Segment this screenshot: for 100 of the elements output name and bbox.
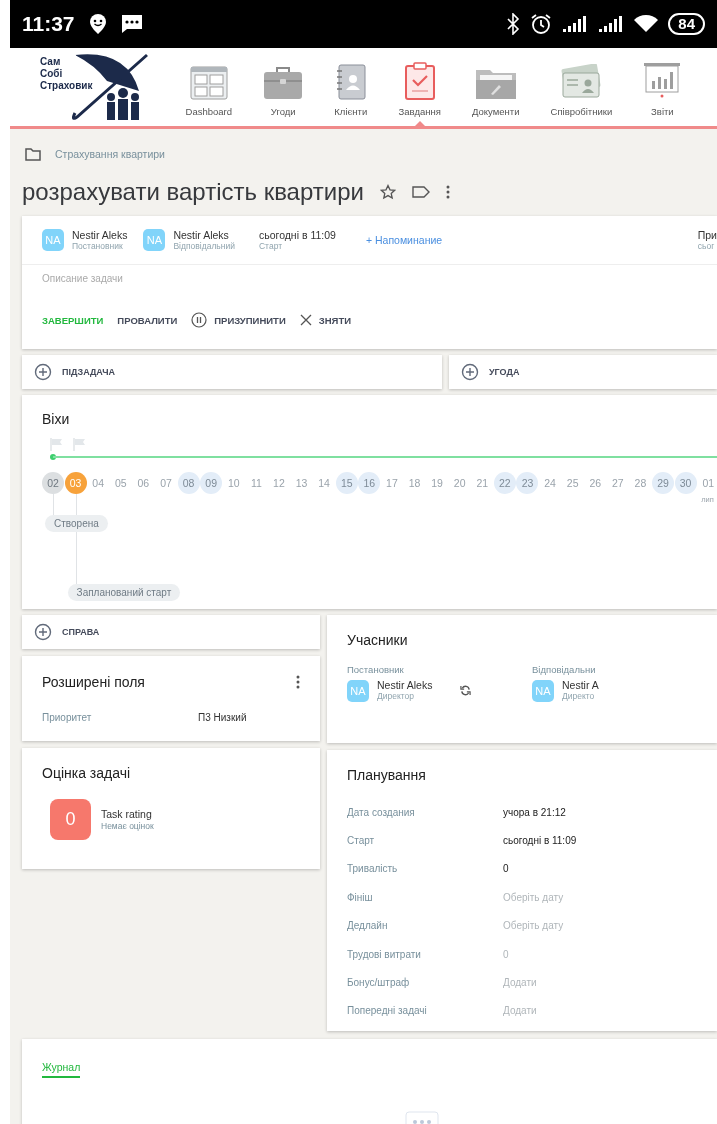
timeline-day[interactable]: 21: [471, 472, 494, 494]
timeline-day[interactable]: 16: [358, 472, 381, 494]
person-name: Nestir Aleks: [377, 679, 433, 691]
wifi-icon: [634, 15, 659, 33]
alarm-icon: [530, 13, 553, 35]
field-label: Фініш: [347, 891, 374, 903]
timeline-day[interactable]: 28: [629, 472, 652, 494]
milestone-label: Створена: [45, 515, 108, 532]
timeline-day[interactable]: 06: [132, 472, 155, 494]
location-icon: [88, 13, 107, 35]
timeline-day[interactable]: 26: [584, 472, 607, 494]
nav-tab[interactable]: Угоди: [259, 48, 308, 126]
bar-chart-icon[interactable]: [643, 62, 682, 100]
task-title: розрахувати вартість квартири: [22, 178, 364, 206]
star-icon[interactable]: [379, 184, 396, 200]
add-link-button[interactable]: УГОДА: [449, 355, 717, 389]
field-label: Дата создания: [347, 806, 416, 818]
add-icon: [34, 363, 52, 381]
field-label: Приоритет: [42, 712, 93, 723]
contact-book-icon[interactable]: [335, 64, 366, 100]
pause-icon: [191, 312, 208, 328]
field-value[interactable]: Додати: [503, 977, 537, 989]
timeline-day[interactable]: 01: [697, 472, 717, 494]
action-button[interactable]: ПРИЗУПИНИТИ: [191, 312, 286, 328]
timeline-day[interactable]: 08: [177, 472, 200, 494]
column-label: сьог: [697, 240, 715, 252]
timeline-day[interactable]: 17: [380, 472, 403, 494]
timeline-day[interactable]: 25: [561, 472, 584, 494]
field-value[interactable]: Додати: [503, 1005, 537, 1017]
action-button[interactable]: ЗАВЕРШИТИ: [42, 314, 104, 326]
nav-tab[interactable]: Dashboard: [181, 48, 237, 126]
timeline-day[interactable]: 24: [539, 472, 562, 494]
timeline-day[interactable]: 07: [154, 472, 177, 494]
timeline-day[interactable]: 13: [290, 472, 313, 494]
field-value[interactable]: Оберіть дату: [503, 920, 564, 932]
field-value[interactable]: учора в 21:12: [503, 806, 566, 818]
participant-role: Постановник: [347, 664, 405, 675]
timeline-day[interactable]: 30: [674, 472, 697, 494]
timeline-day[interactable]: 19: [426, 472, 449, 494]
timeline-day[interactable]: 18: [403, 472, 426, 494]
timeline-day[interactable]: 22: [493, 472, 516, 494]
refresh-icon[interactable]: [460, 685, 472, 696]
participant-role: Відповідальни: [532, 664, 597, 675]
journal-tab[interactable]: Журнал: [42, 1061, 81, 1078]
field-value[interactable]: П3 Низкий: [198, 712, 247, 723]
description-field[interactable]: Описание задачи: [22, 265, 717, 306]
add-link-button[interactable]: СПРАВА: [22, 615, 320, 649]
breadcrumb-link[interactable]: Страхування квартири: [55, 148, 165, 160]
field-value[interactable]: сьогодні в 11:09: [503, 835, 577, 847]
field-label: Старт: [347, 835, 376, 847]
timeline-day[interactable]: 15: [335, 472, 358, 494]
message-icon: [120, 14, 143, 34]
timeline-day[interactable]: 12: [267, 472, 290, 494]
signal-icon: [562, 15, 589, 33]
field-label: Попередні задачі: [347, 1005, 428, 1017]
avatar: NA: [42, 229, 64, 251]
add-icon: [34, 623, 52, 641]
dashboard-icon[interactable]: [189, 66, 228, 100]
folder-icon: [25, 147, 41, 161]
nav-tab[interactable]: Звіти: [639, 48, 686, 126]
timeline-day[interactable]: 03: [64, 472, 87, 494]
nav-tab[interactable]: Клієнти: [330, 48, 372, 126]
field-value[interactable]: Оберіть дату: [503, 891, 564, 903]
bluetooth-icon: [506, 13, 521, 35]
more-icon[interactable]: [296, 675, 300, 689]
person-name: Nestir A: [562, 679, 599, 691]
rating-note: Немає оцінок: [101, 821, 154, 831]
nav-tab[interactable]: Завдання: [394, 48, 445, 126]
add-link-button[interactable]: ПІДЗАДАЧА: [22, 355, 442, 389]
start-label: Старт: [258, 240, 283, 252]
timeline-day[interactable]: 27: [606, 472, 629, 494]
field-value[interactable]: 0: [503, 863, 509, 875]
timeline-day[interactable]: 20: [448, 472, 471, 494]
action-button[interactable]: ПРОВАЛИТИ: [117, 314, 178, 326]
timeline-day[interactable]: 02: [42, 472, 64, 494]
timeline-day[interactable]: 05: [109, 472, 132, 494]
nav-tab[interactable]: Документи: [468, 48, 524, 126]
clock-time: 11:37: [22, 12, 75, 36]
action-button[interactable]: ЗНЯТИ: [299, 314, 352, 326]
nav-tab[interactable]: Співробітники: [546, 48, 617, 126]
timeline-day[interactable]: 29: [652, 472, 675, 494]
start-date: сьогодні в 11:09: [258, 228, 336, 241]
timeline-day[interactable]: 11: [245, 472, 268, 494]
section-title: Учасники: [347, 632, 408, 648]
briefcase-icon[interactable]: [263, 66, 304, 100]
avatar: NA: [347, 679, 369, 702]
person-name: Nestir Aleks: [72, 228, 128, 241]
close-icon: [299, 314, 312, 326]
timeline-day[interactable]: 14: [313, 472, 336, 494]
tag-icon[interactable]: [411, 186, 430, 198]
reminder-link[interactable]: + Напоминание: [365, 234, 443, 246]
more-icon[interactable]: [445, 185, 450, 199]
section-title: Розширені поля: [42, 674, 145, 690]
timeline-day[interactable]: 23: [516, 472, 539, 494]
timeline-day[interactable]: 09: [200, 472, 223, 494]
field-value[interactable]: 0: [503, 948, 509, 960]
timeline-day[interactable]: 04: [87, 472, 110, 494]
field-label: Тривалість: [347, 863, 399, 875]
timeline-day[interactable]: 10: [222, 472, 245, 494]
clipboard-check-icon[interactable]: [403, 62, 436, 100]
